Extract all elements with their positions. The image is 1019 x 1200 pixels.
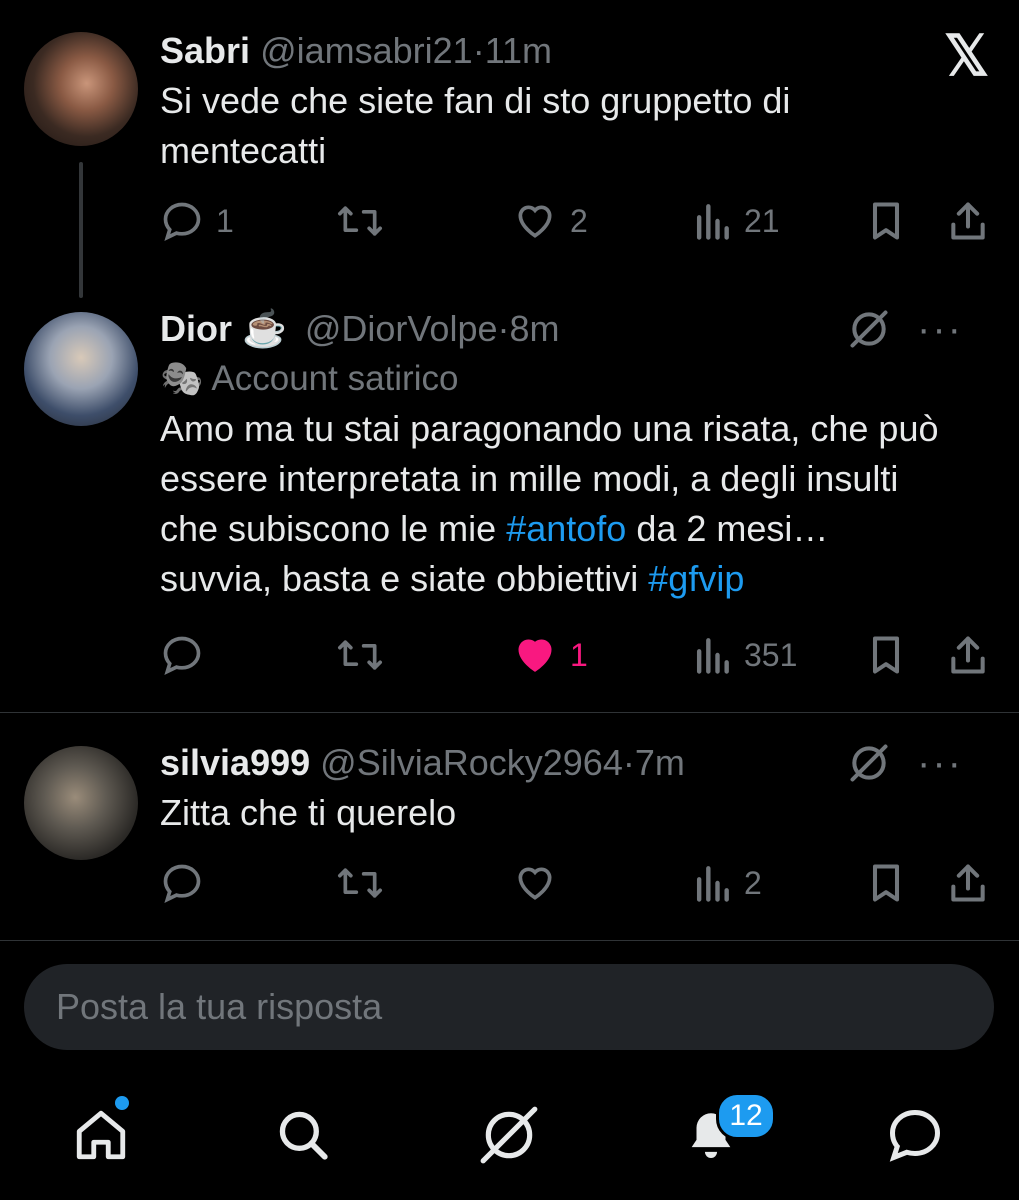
tweet-text: Amo ma tu stai paragonando una risata, c… [160, 404, 950, 604]
share-button[interactable] [946, 858, 990, 908]
nav-grok[interactable] [474, 1100, 544, 1170]
nav-home[interactable] [66, 1100, 136, 1170]
reply-placeholder: Posta la tua risposta [56, 986, 383, 1027]
heart-icon [518, 205, 552, 238]
home-icon [76, 1110, 126, 1160]
like-button[interactable]: 2 [512, 196, 588, 246]
separator: · [622, 742, 635, 783]
reply-icon [163, 202, 201, 241]
bookmark-icon [872, 202, 900, 240]
display-name[interactable]: Dior ☕ [160, 308, 287, 349]
repost-button[interactable] [336, 630, 384, 680]
repost-button[interactable] [336, 858, 384, 908]
avatar[interactable] [24, 746, 138, 860]
share-icon [951, 202, 985, 240]
grok-icon [480, 1106, 538, 1164]
tweet-header: Sabri @iamsabri21·11m [160, 26, 991, 76]
reply-input[interactable]: Posta la tua risposta [24, 964, 994, 1050]
timestamp[interactable]: 11m [485, 30, 552, 71]
messages-icon [889, 1109, 941, 1162]
account-label-text: Account satirico [211, 359, 459, 398]
thread-line [79, 162, 83, 298]
repost-icon [338, 640, 382, 670]
mask-icon: 🎭 [160, 359, 204, 398]
views-icon [696, 638, 729, 674]
views-count: 2 [744, 864, 762, 901]
like-count: 1 [570, 636, 588, 673]
share-icon [951, 864, 985, 902]
bookmark-button[interactable] [866, 858, 906, 908]
views-button[interactable]: 351 [692, 630, 797, 680]
bottom-nav [0, 1080, 1019, 1190]
hashtag-link[interactable]: #gfvip [648, 558, 744, 599]
views-count: 351 [744, 636, 798, 673]
like-button[interactable]: 1 [512, 630, 588, 680]
views-icon [696, 866, 729, 902]
tweet-text: Zitta che ti querelo [160, 792, 457, 833]
reply-button[interactable] [160, 630, 216, 680]
reply-count: 1 [216, 202, 234, 239]
tweet-actions: 1 2 21 [160, 196, 992, 246]
reply-button[interactable] [160, 858, 216, 908]
repost-button[interactable] [336, 196, 384, 246]
more-options-icon[interactable]: ··· [917, 309, 963, 349]
views-button[interactable]: 2 [692, 858, 762, 908]
more-options-icon[interactable]: ··· [917, 743, 963, 783]
like-count: 2 [570, 202, 588, 239]
user-handle[interactable]: @DiorVolpe [305, 308, 498, 349]
repost-icon [338, 868, 382, 898]
grok-icon[interactable] [847, 741, 891, 785]
reply-icon [163, 864, 201, 903]
timestamp[interactable]: 7m [635, 742, 685, 783]
tweet-text: Si vede che siete fan di sto gruppetto d… [160, 80, 791, 171]
bookmark-button[interactable] [866, 630, 906, 680]
bookmark-button[interactable] [866, 196, 906, 246]
account-label: 🎭 Account satirico [160, 354, 991, 404]
divider [0, 712, 1019, 713]
like-button[interactable] [512, 858, 570, 908]
share-button[interactable] [946, 630, 990, 680]
heart-filled-icon [518, 639, 552, 672]
heart-icon [518, 867, 552, 900]
tweet-actions: 1 351 [160, 630, 992, 680]
reply-icon [163, 636, 201, 675]
home-unread-indicator [115, 1096, 129, 1110]
divider [0, 940, 1019, 941]
user-handle[interactable]: @SilviaRocky2964 [320, 742, 623, 783]
search-icon [279, 1111, 328, 1160]
share-icon [951, 636, 985, 674]
views-button[interactable]: 21 [692, 196, 780, 246]
reply-button[interactable]: 1 [160, 196, 234, 246]
notification-badge: 12 [716, 1092, 776, 1140]
nav-search[interactable] [268, 1100, 338, 1170]
timestamp[interactable]: 8m [509, 308, 559, 349]
separator: · [472, 30, 485, 71]
bookmark-icon [872, 864, 900, 902]
separator: · [497, 308, 510, 349]
hashtag-link[interactable]: #antofo [506, 508, 626, 549]
views-icon [696, 204, 729, 240]
avatar[interactable] [24, 312, 138, 426]
display-name[interactable]: Sabri [160, 30, 250, 71]
bookmark-icon [872, 636, 900, 674]
views-count: 21 [744, 202, 780, 239]
nav-messages[interactable] [880, 1100, 950, 1170]
display-name[interactable]: silvia999 [160, 742, 310, 783]
tweet-actions: 2 [160, 858, 992, 908]
avatar[interactable] [24, 32, 138, 146]
repost-icon [338, 206, 382, 236]
user-handle[interactable]: @iamsabri21 [260, 30, 473, 71]
grok-icon[interactable] [847, 307, 891, 351]
share-button[interactable] [946, 196, 990, 246]
